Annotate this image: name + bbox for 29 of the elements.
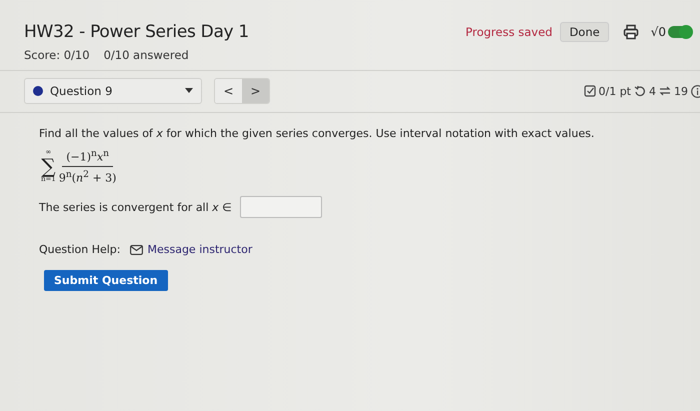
done-button[interactable]: Done bbox=[560, 22, 609, 42]
retries-count: 4 bbox=[649, 84, 656, 98]
score-text: Score: 0/10 bbox=[24, 48, 90, 62]
message-instructor-link[interactable]: Message instructor bbox=[130, 243, 252, 256]
answer-label: The series is convergent for all x ∈ bbox=[39, 200, 232, 214]
checkbox-icon bbox=[584, 85, 596, 97]
print-icon[interactable] bbox=[622, 24, 639, 40]
dropdown-caret-icon bbox=[185, 88, 193, 94]
mail-icon bbox=[130, 244, 144, 255]
sum-symbol: ∑ bbox=[41, 156, 56, 176]
math-toggle-label: √0 bbox=[650, 25, 666, 39]
answer-field[interactable] bbox=[240, 196, 322, 218]
numerator: (−1)$^{n}$x$^{n}$ bbox=[62, 148, 114, 167]
question-prompt: Find all the values of x for which the given series converges. Use interval notation with exact values. bbox=[39, 127, 596, 140]
question-dropdown[interactable]: Question 9 bbox=[24, 78, 202, 104]
next-button[interactable]: > bbox=[242, 79, 269, 103]
answered-text: 0/10 answered bbox=[104, 48, 189, 62]
denominator: 9$^{n}$(n$^{2}$ + 3) bbox=[58, 168, 116, 184]
progress-status: Progress saved bbox=[466, 25, 552, 39]
submit-button[interactable]: Submit Question bbox=[44, 270, 168, 292]
status-dot bbox=[33, 86, 43, 96]
repeat-icon bbox=[659, 85, 671, 97]
help-label: Question Help: bbox=[39, 243, 120, 256]
attempts-count: 19 bbox=[674, 84, 688, 98]
previous-button[interactable]: < bbox=[215, 79, 242, 103]
points-text: 0/1 pt bbox=[598, 84, 631, 98]
retry-icon bbox=[634, 85, 646, 97]
math-toggle[interactable] bbox=[668, 26, 692, 38]
page-title: HW32 - Power Series Day 1 bbox=[24, 22, 249, 42]
